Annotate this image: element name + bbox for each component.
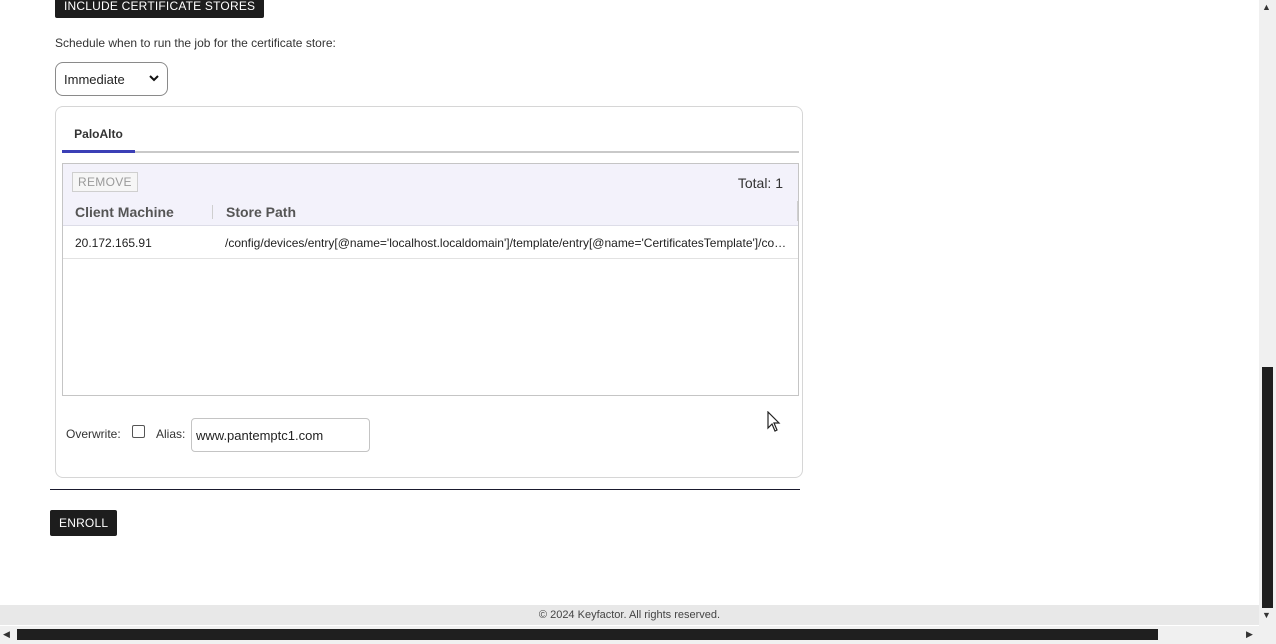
vertical-scroll-thumb[interactable] (1262, 367, 1273, 608)
tab-strip: PaloAlto (62, 124, 799, 153)
store-grid: REMOVE Total: 1 Client Machine Store Pat… (62, 163, 799, 396)
certificate-store-panel: PaloAlto REMOVE Total: 1 Client Machine … (55, 106, 803, 478)
overwrite-checkbox[interactable] (132, 425, 145, 438)
cell-client-machine: 20.172.165.91 (75, 236, 152, 250)
grid-header: Client Machine Store Path (63, 197, 798, 226)
remove-button[interactable]: REMOVE (72, 172, 138, 192)
horizontal-scroll-thumb[interactable] (17, 629, 1158, 640)
enroll-button[interactable]: ENROLL (50, 510, 118, 536)
chevron-down-icon (149, 74, 159, 85)
vertical-scrollbar[interactable]: ▲ ▼ (1259, 0, 1276, 626)
footer-copyright: © 2024 Keyfactor. All rights reserved. (538, 609, 721, 621)
tab-paloalto[interactable]: PaloAlto (62, 124, 135, 153)
schedule-select[interactable]: Immediate (55, 62, 168, 96)
alias-label: Alias: (156, 427, 186, 441)
footer: © 2024 Keyfactor. All rights reserved. (0, 605, 1259, 625)
column-separator[interactable] (797, 201, 798, 221)
alias-input[interactable] (191, 418, 370, 452)
arrow-right-icon[interactable]: ▶ (1246, 629, 1253, 640)
cell-store-path: /config/devices/entry[@name='localhost.l… (225, 236, 787, 250)
horizontal-scrollbar[interactable]: ◀ ▶ (0, 626, 1259, 644)
grid-toolbar: REMOVE Total: 1 (63, 164, 798, 198)
column-header-client-machine[interactable]: Client Machine (75, 204, 174, 220)
column-separator[interactable] (212, 205, 213, 219)
schedule-selected-value: Immediate (64, 71, 125, 87)
scrollbar-corner (1259, 626, 1276, 644)
column-header-store-path[interactable]: Store Path (226, 204, 296, 220)
arrow-up-icon[interactable]: ▲ (1262, 2, 1271, 12)
mouse-cursor-icon (767, 411, 781, 432)
include-certificate-stores-button[interactable]: INCLUDE CERTIFICATE STORES (55, 0, 265, 18)
arrow-left-icon[interactable]: ◀ (3, 629, 10, 640)
table-row[interactable]: 20.172.165.91 /config/devices/entry[@nam… (63, 226, 798, 259)
arrow-down-icon[interactable]: ▼ (1262, 610, 1271, 620)
divider (50, 489, 800, 490)
schedule-label: Schedule when to run the job for the cer… (55, 36, 336, 50)
overwrite-label: Overwrite: (66, 427, 121, 441)
total-count: Total: 1 (737, 175, 783, 191)
